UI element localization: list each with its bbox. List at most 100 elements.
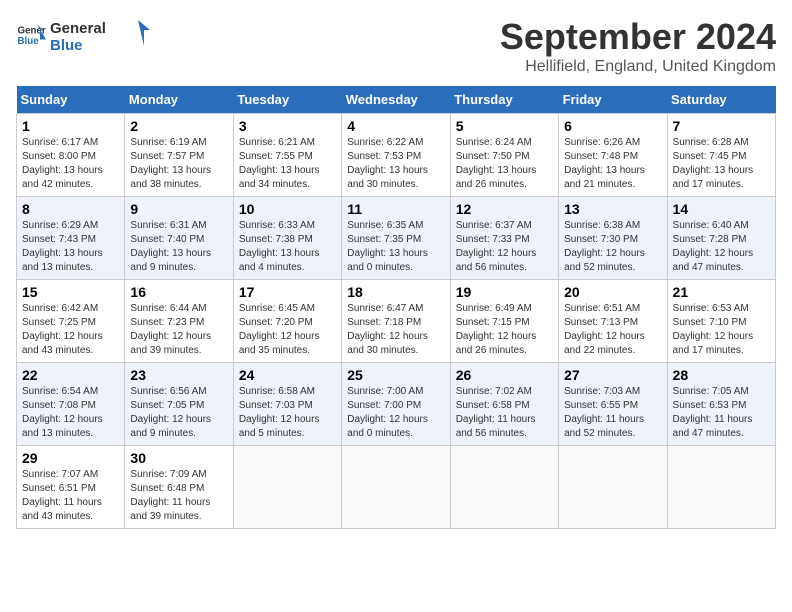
calendar-table: Sunday Monday Tuesday Wednesday Thursday… bbox=[16, 86, 776, 529]
day-number: 2 bbox=[130, 118, 227, 134]
page-header: General Blue General Blue September 2024… bbox=[16, 16, 776, 76]
logo-icon: General Blue bbox=[16, 20, 46, 50]
col-monday: Monday bbox=[125, 86, 233, 114]
day-number: 3 bbox=[239, 118, 336, 134]
day-number: 13 bbox=[564, 201, 661, 217]
week-row-1: 1 Sunrise: 6:17 AM Sunset: 8:00 PM Dayli… bbox=[17, 114, 776, 197]
calendar-cell: 30 Sunrise: 7:09 AM Sunset: 6:48 PM Dayl… bbox=[125, 446, 233, 529]
calendar-cell: 25 Sunrise: 7:00 AM Sunset: 7:00 PM Dayl… bbox=[342, 363, 450, 446]
day-number: 6 bbox=[564, 118, 661, 134]
day-number: 12 bbox=[456, 201, 553, 217]
day-number: 17 bbox=[239, 284, 336, 300]
svg-text:General: General bbox=[50, 20, 106, 37]
day-info: Sunrise: 6:58 AM Sunset: 7:03 PM Dayligh… bbox=[239, 385, 336, 441]
calendar-cell: 7 Sunrise: 6:28 AM Sunset: 7:45 PM Dayli… bbox=[667, 114, 775, 197]
day-info: Sunrise: 6:37 AM Sunset: 7:33 PM Dayligh… bbox=[456, 219, 553, 275]
day-info: Sunrise: 6:21 AM Sunset: 7:55 PM Dayligh… bbox=[239, 136, 336, 192]
week-row-2: 8 Sunrise: 6:29 AM Sunset: 7:43 PM Dayli… bbox=[17, 197, 776, 280]
week-row-4: 22 Sunrise: 6:54 AM Sunset: 7:08 PM Dayl… bbox=[17, 363, 776, 446]
day-info: Sunrise: 6:17 AM Sunset: 8:00 PM Dayligh… bbox=[22, 136, 119, 192]
day-number: 4 bbox=[347, 118, 444, 134]
day-number: 16 bbox=[130, 284, 227, 300]
calendar-cell: 18 Sunrise: 6:47 AM Sunset: 7:18 PM Dayl… bbox=[342, 280, 450, 363]
day-number: 7 bbox=[673, 118, 770, 134]
title-area: September 2024 Hellifield, England, Unit… bbox=[500, 16, 776, 76]
calendar-cell: 27 Sunrise: 7:03 AM Sunset: 6:55 PM Dayl… bbox=[559, 363, 667, 446]
calendar-cell: 22 Sunrise: 6:54 AM Sunset: 7:08 PM Dayl… bbox=[17, 363, 125, 446]
calendar-cell: 15 Sunrise: 6:42 AM Sunset: 7:25 PM Dayl… bbox=[17, 280, 125, 363]
day-info: Sunrise: 7:02 AM Sunset: 6:58 PM Dayligh… bbox=[456, 385, 553, 441]
day-number: 10 bbox=[239, 201, 336, 217]
calendar-cell bbox=[233, 446, 341, 529]
calendar-cell bbox=[667, 446, 775, 529]
day-number: 26 bbox=[456, 367, 553, 383]
day-info: Sunrise: 6:44 AM Sunset: 7:23 PM Dayligh… bbox=[130, 302, 227, 358]
week-row-5: 29 Sunrise: 7:07 AM Sunset: 6:51 PM Dayl… bbox=[17, 446, 776, 529]
day-info: Sunrise: 7:07 AM Sunset: 6:51 PM Dayligh… bbox=[22, 468, 119, 524]
day-info: Sunrise: 6:22 AM Sunset: 7:53 PM Dayligh… bbox=[347, 136, 444, 192]
calendar-cell: 8 Sunrise: 6:29 AM Sunset: 7:43 PM Dayli… bbox=[17, 197, 125, 280]
day-info: Sunrise: 7:00 AM Sunset: 7:00 PM Dayligh… bbox=[347, 385, 444, 441]
header-row: Sunday Monday Tuesday Wednesday Thursday… bbox=[17, 86, 776, 114]
day-number: 9 bbox=[130, 201, 227, 217]
day-info: Sunrise: 6:31 AM Sunset: 7:40 PM Dayligh… bbox=[130, 219, 227, 275]
day-info: Sunrise: 6:56 AM Sunset: 7:05 PM Dayligh… bbox=[130, 385, 227, 441]
day-number: 11 bbox=[347, 201, 444, 217]
calendar-cell: 13 Sunrise: 6:38 AM Sunset: 7:30 PM Dayl… bbox=[559, 197, 667, 280]
month-title: September 2024 bbox=[500, 16, 776, 58]
calendar-cell: 20 Sunrise: 6:51 AM Sunset: 7:13 PM Dayl… bbox=[559, 280, 667, 363]
col-wednesday: Wednesday bbox=[342, 86, 450, 114]
svg-text:Blue: Blue bbox=[18, 36, 40, 47]
svg-text:Blue: Blue bbox=[50, 37, 83, 54]
day-number: 20 bbox=[564, 284, 661, 300]
day-info: Sunrise: 7:03 AM Sunset: 6:55 PM Dayligh… bbox=[564, 385, 661, 441]
calendar-cell: 5 Sunrise: 6:24 AM Sunset: 7:50 PM Dayli… bbox=[450, 114, 558, 197]
day-number: 28 bbox=[673, 367, 770, 383]
day-info: Sunrise: 6:47 AM Sunset: 7:18 PM Dayligh… bbox=[347, 302, 444, 358]
day-info: Sunrise: 6:40 AM Sunset: 7:28 PM Dayligh… bbox=[673, 219, 770, 275]
day-number: 22 bbox=[22, 367, 119, 383]
calendar-cell: 6 Sunrise: 6:26 AM Sunset: 7:48 PM Dayli… bbox=[559, 114, 667, 197]
logo: General Blue General Blue bbox=[16, 16, 150, 54]
day-number: 1 bbox=[22, 118, 119, 134]
day-info: Sunrise: 6:19 AM Sunset: 7:57 PM Dayligh… bbox=[130, 136, 227, 192]
calendar-cell: 12 Sunrise: 6:37 AM Sunset: 7:33 PM Dayl… bbox=[450, 197, 558, 280]
calendar-cell: 3 Sunrise: 6:21 AM Sunset: 7:55 PM Dayli… bbox=[233, 114, 341, 197]
col-thursday: Thursday bbox=[450, 86, 558, 114]
calendar-cell: 26 Sunrise: 7:02 AM Sunset: 6:58 PM Dayl… bbox=[450, 363, 558, 446]
calendar-cell bbox=[450, 446, 558, 529]
calendar-cell: 1 Sunrise: 6:17 AM Sunset: 8:00 PM Dayli… bbox=[17, 114, 125, 197]
day-number: 29 bbox=[22, 450, 119, 466]
col-friday: Friday bbox=[559, 86, 667, 114]
day-number: 5 bbox=[456, 118, 553, 134]
day-number: 27 bbox=[564, 367, 661, 383]
calendar-cell: 24 Sunrise: 6:58 AM Sunset: 7:03 PM Dayl… bbox=[233, 363, 341, 446]
day-info: Sunrise: 7:09 AM Sunset: 6:48 PM Dayligh… bbox=[130, 468, 227, 524]
day-number: 14 bbox=[673, 201, 770, 217]
day-info: Sunrise: 6:51 AM Sunset: 7:13 PM Dayligh… bbox=[564, 302, 661, 358]
col-sunday: Sunday bbox=[17, 86, 125, 114]
day-number: 19 bbox=[456, 284, 553, 300]
day-info: Sunrise: 6:42 AM Sunset: 7:25 PM Dayligh… bbox=[22, 302, 119, 358]
day-number: 15 bbox=[22, 284, 119, 300]
calendar-cell: 10 Sunrise: 6:33 AM Sunset: 7:38 PM Dayl… bbox=[233, 197, 341, 280]
day-number: 23 bbox=[130, 367, 227, 383]
calendar-cell: 4 Sunrise: 6:22 AM Sunset: 7:53 PM Dayli… bbox=[342, 114, 450, 197]
calendar-cell: 17 Sunrise: 6:45 AM Sunset: 7:20 PM Dayl… bbox=[233, 280, 341, 363]
week-row-3: 15 Sunrise: 6:42 AM Sunset: 7:25 PM Dayl… bbox=[17, 280, 776, 363]
day-info: Sunrise: 6:33 AM Sunset: 7:38 PM Dayligh… bbox=[239, 219, 336, 275]
calendar-cell: 9 Sunrise: 6:31 AM Sunset: 7:40 PM Dayli… bbox=[125, 197, 233, 280]
day-info: Sunrise: 6:28 AM Sunset: 7:45 PM Dayligh… bbox=[673, 136, 770, 192]
day-info: Sunrise: 6:54 AM Sunset: 7:08 PM Dayligh… bbox=[22, 385, 119, 441]
calendar-cell: 29 Sunrise: 7:07 AM Sunset: 6:51 PM Dayl… bbox=[17, 446, 125, 529]
col-tuesday: Tuesday bbox=[233, 86, 341, 114]
day-number: 18 bbox=[347, 284, 444, 300]
day-info: Sunrise: 6:45 AM Sunset: 7:20 PM Dayligh… bbox=[239, 302, 336, 358]
calendar-cell: 21 Sunrise: 6:53 AM Sunset: 7:10 PM Dayl… bbox=[667, 280, 775, 363]
calendar-cell bbox=[559, 446, 667, 529]
day-info: Sunrise: 7:05 AM Sunset: 6:53 PM Dayligh… bbox=[673, 385, 770, 441]
day-info: Sunrise: 6:26 AM Sunset: 7:48 PM Dayligh… bbox=[564, 136, 661, 192]
day-info: Sunrise: 6:49 AM Sunset: 7:15 PM Dayligh… bbox=[456, 302, 553, 358]
day-number: 30 bbox=[130, 450, 227, 466]
calendar-cell: 19 Sunrise: 6:49 AM Sunset: 7:15 PM Dayl… bbox=[450, 280, 558, 363]
